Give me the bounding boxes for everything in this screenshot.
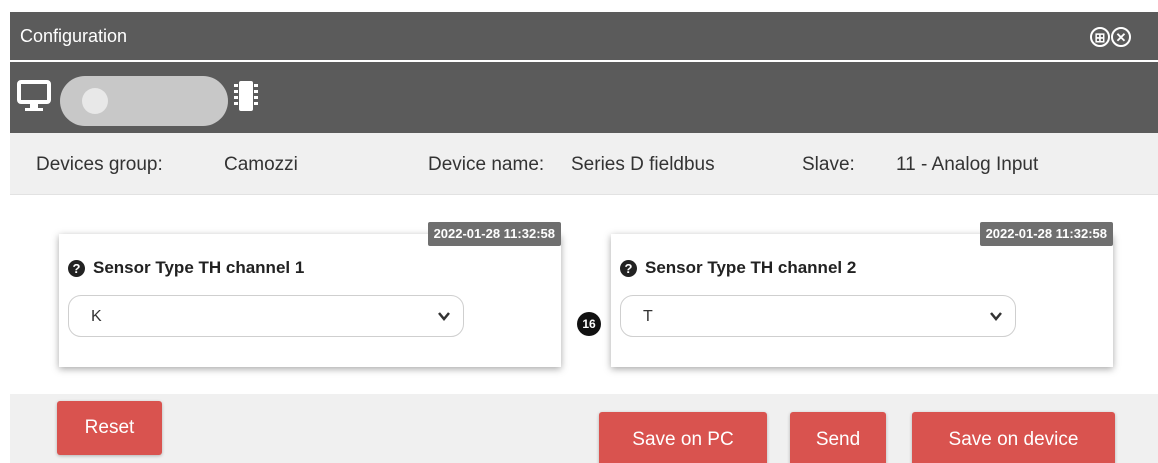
mode-toggle[interactable] bbox=[60, 76, 228, 126]
action-bar: Reset Save on PC Send Save on device bbox=[10, 394, 1158, 463]
devices-group-label: Devices group: bbox=[36, 154, 163, 175]
reset-button[interactable]: Reset bbox=[57, 401, 162, 455]
parameter-label-text: Sensor Type TH channel 1 bbox=[93, 258, 305, 277]
device-name-label: Device name: bbox=[428, 154, 545, 175]
window-title: Configuration bbox=[20, 26, 128, 46]
parameter-label-text: Sensor Type TH channel 2 bbox=[645, 258, 857, 277]
chevron-down-icon bbox=[438, 312, 450, 321]
toggle-knob[interactable] bbox=[82, 88, 108, 114]
select-value: K bbox=[91, 308, 102, 325]
help-icon[interactable]: ? bbox=[620, 259, 637, 277]
slave-value: 11 - Analog Input bbox=[896, 154, 1039, 175]
device-name-value: Series D fieldbus bbox=[571, 154, 715, 175]
parameter-label: ? Sensor Type TH channel 1 bbox=[68, 258, 304, 278]
device-info-bar: Devices group: Camozzi Device name: Seri… bbox=[10, 133, 1158, 195]
chevron-down-icon bbox=[990, 312, 1002, 321]
title-bar: Configuration ⊞ ✕ bbox=[10, 12, 1158, 60]
minimize-icon[interactable]: ⊞ bbox=[1090, 27, 1110, 47]
send-button[interactable]: Send bbox=[790, 412, 886, 463]
parameter-card-channel-2: 2022-01-28 11:32:58 ? Sensor Type TH cha… bbox=[611, 222, 1113, 367]
save-on-pc-button[interactable]: Save on PC bbox=[599, 412, 767, 463]
devices-group-value: Camozzi bbox=[224, 154, 298, 175]
chip-icon[interactable] bbox=[232, 79, 260, 113]
timestamp-badge: 2022-01-28 11:32:58 bbox=[427, 222, 561, 246]
toolbar bbox=[10, 62, 1158, 133]
timestamp-badge: 2022-01-28 11:32:58 bbox=[979, 222, 1113, 246]
monitor-icon[interactable] bbox=[16, 78, 52, 114]
select-value: T bbox=[643, 308, 653, 325]
configuration-window: Configuration ⊞ ✕ Devices group: Camozzi… bbox=[10, 12, 1158, 463]
close-icon[interactable]: ✕ bbox=[1111, 27, 1131, 47]
step-marker: 16 bbox=[577, 312, 601, 336]
parameters-area: 2022-01-28 11:32:58 ? Sensor Type TH cha… bbox=[10, 196, 1158, 394]
slave-label: Slave: bbox=[802, 154, 855, 175]
sensor-type-select-channel-1[interactable]: K bbox=[68, 295, 464, 337]
help-icon[interactable]: ? bbox=[68, 259, 85, 277]
save-on-device-button[interactable]: Save on device bbox=[912, 412, 1115, 463]
sensor-type-select-channel-2[interactable]: T bbox=[620, 295, 1016, 337]
parameter-label: ? Sensor Type TH channel 2 bbox=[620, 258, 856, 278]
parameter-card-channel-1: 2022-01-28 11:32:58 ? Sensor Type TH cha… bbox=[59, 222, 561, 367]
